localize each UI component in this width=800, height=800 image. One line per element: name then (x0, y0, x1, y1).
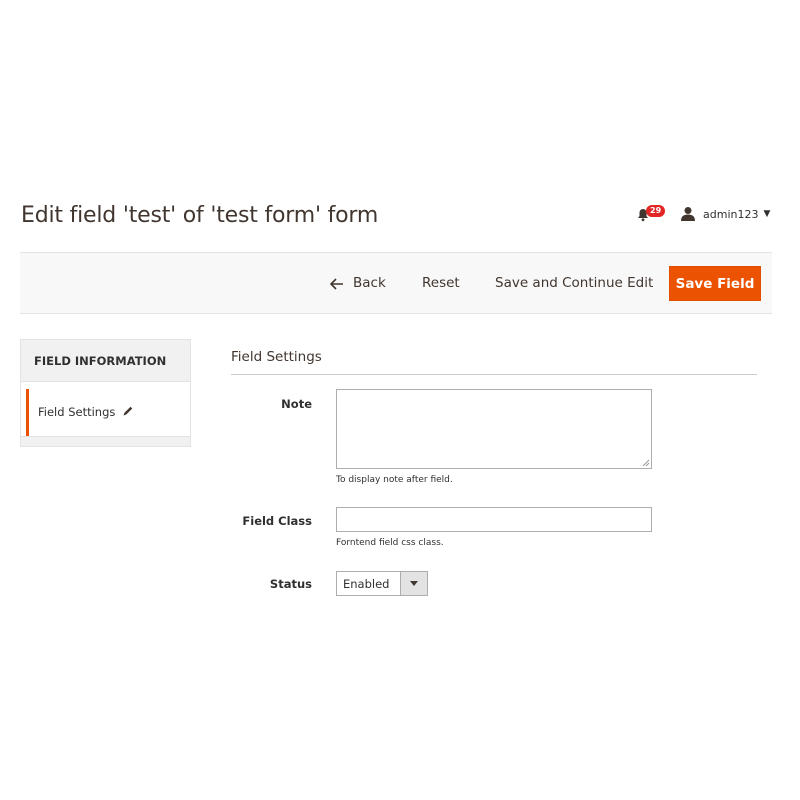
user-menu[interactable]: admin123 ▼ (680, 205, 770, 223)
field-class-hint: Forntend field css class. (336, 538, 444, 548)
save-continue-button[interactable]: Save and Continue Edit (495, 266, 653, 301)
back-button[interactable]: Back (330, 266, 386, 301)
page: Edit field 'test' of 'test form' form 29… (0, 0, 800, 800)
field-class-input[interactable] (336, 507, 652, 532)
status-select[interactable]: Enabled (336, 571, 428, 596)
user-name: admin123 (703, 207, 759, 221)
note-textarea[interactable] (336, 389, 652, 469)
notification-badge: 29 (646, 205, 666, 217)
sidebar-item-field-settings[interactable]: Field Settings (20, 382, 191, 436)
reset-button[interactable]: Reset (422, 266, 460, 301)
status-dropdown-toggle[interactable] (400, 572, 427, 595)
section-divider (231, 374, 757, 375)
sidebar-footer (20, 436, 191, 447)
arrow-left-icon (330, 277, 343, 290)
sidebar-tabs: FIELD INFORMATION Field Settings (20, 339, 191, 447)
user-icon (681, 207, 695, 221)
section-title: Field Settings (231, 349, 322, 365)
resize-grip-icon[interactable] (642, 459, 650, 467)
sidebar-item-label: Field Settings (38, 405, 116, 419)
note-label: Note (281, 397, 312, 411)
back-label: Back (353, 275, 386, 291)
sidebar-title: FIELD INFORMATION (20, 339, 191, 382)
active-indicator (26, 389, 29, 436)
save-field-button[interactable]: Save Field (669, 266, 761, 301)
page-title: Edit field 'test' of 'test form' form (21, 203, 379, 228)
status-selected-value: Enabled (343, 577, 390, 591)
note-hint: To display note after field. (336, 475, 453, 485)
page-actions-bar: Back Reset Save and Continue Edit Save F… (20, 252, 772, 314)
caret-down-icon (410, 581, 418, 586)
notifications-button[interactable]: 29 (634, 204, 666, 226)
status-label: Status (269, 577, 312, 591)
field-class-label: Field Class (242, 514, 312, 528)
caret-down-icon: ▼ (763, 209, 771, 219)
pencil-icon (123, 406, 133, 416)
